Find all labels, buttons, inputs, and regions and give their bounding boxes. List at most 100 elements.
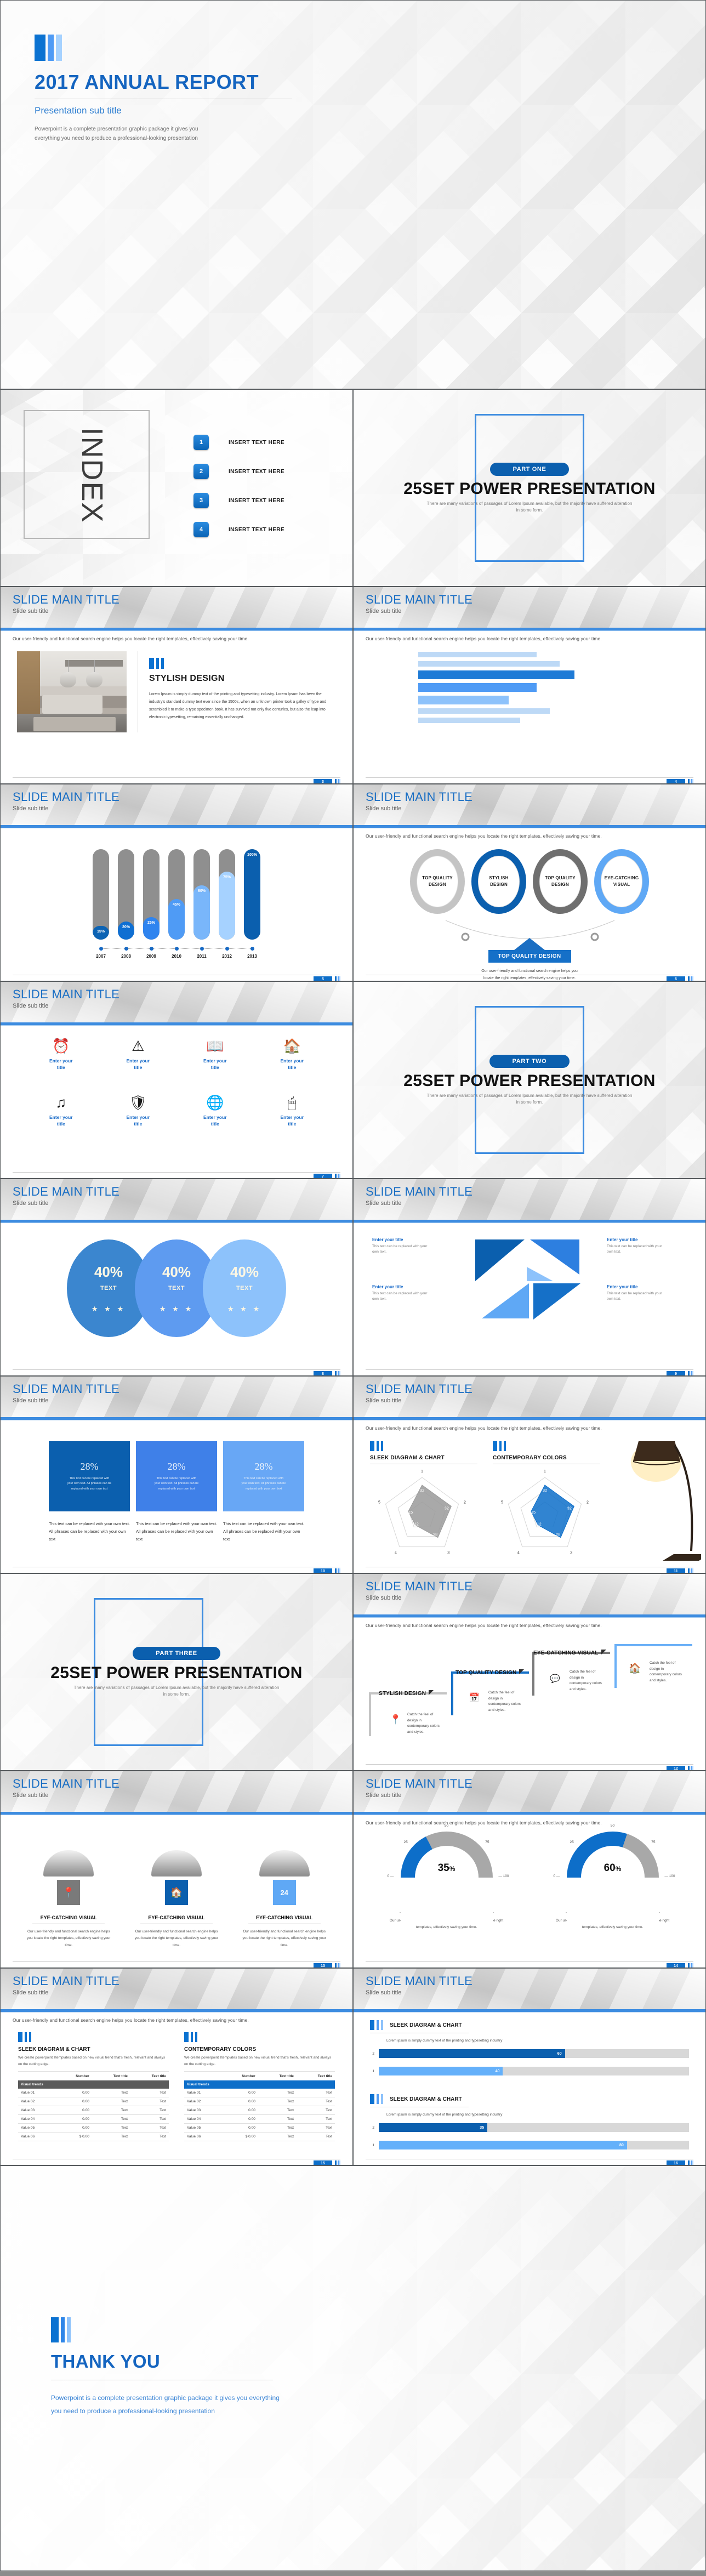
slide-main-title: SLIDE MAIN TITLE [13, 987, 120, 1001]
column-header: Number [242, 2074, 255, 2079]
table-cell: Text [296, 2123, 335, 2133]
lamp-card[interactable]: 🏠 EYE-CATCHING VISUAL Our user-friendly an… [123, 1822, 231, 1949]
note-block: Enter your title This text can be replac… [372, 1237, 432, 1255]
axis-tick-label: 2009 [146, 954, 156, 959]
gauge-card[interactable]: 60%0 —255075— 100CONTEMPORARY COLORSOur … [530, 1824, 696, 1931]
icon-cell[interactable]: ⚠ Enter your title [100, 1039, 177, 1071]
bar-2008: 20% [118, 849, 134, 940]
radar-right-title: CONTEMPORARY COLORS [493, 1455, 567, 1461]
column-header: Text title [317, 2074, 332, 2079]
lamp-card[interactable]: 📍 EYE-CATCHING VISUAL Our user-friendly an… [15, 1822, 123, 1949]
globe-grid-icon: 🌐 [206, 1094, 224, 1111]
chevron-block[interactable]: 28% This text can be replaced with your o… [223, 1441, 304, 1511]
index-word: INDEX [76, 427, 109, 524]
slide-header: SLIDE MAIN TITLE Slide sub title [354, 1179, 705, 1220]
bar-value-label: 100% [247, 853, 257, 857]
icon-cell[interactable]: 📖 Enter your title [176, 1039, 254, 1071]
radar-axis-label: 2 [587, 1501, 589, 1505]
ring-circle[interactable]: TOP QUALITY DESIGN [533, 849, 588, 914]
bar-value-label: 20% [122, 925, 130, 929]
slide-header: SLIDE MAIN TITLE Slide sub title [1, 1771, 352, 1812]
icon-cell[interactable]: 🖱 Enter your title [254, 1095, 331, 1128]
slide-title: 2017 ANNUAL REPORT Presentation sub titl… [0, 0, 706, 389]
map-pin-icon: 📍 [57, 1880, 81, 1905]
page-number: 3 [314, 779, 332, 783]
hbar-axis-label: 1 [372, 2069, 374, 2073]
ring-circle[interactable]: EYE-CATCHING VISUAL [594, 849, 649, 914]
gauge-tick-100: — 100 [664, 1874, 675, 1878]
lamp-card-title: EYE-CATCHING VISUAL [148, 1915, 205, 1920]
stat-label: TEXT [168, 1284, 185, 1292]
ring-circle-row: TOP QUALITY DESIGN STYLISH DESIGN TOP QUALIT… [354, 849, 705, 914]
table-cell: 0.00 [55, 2089, 92, 2098]
ring-circle[interactable]: STYLISH DESIGN [471, 849, 526, 914]
index-number-badge: 2 [193, 464, 209, 479]
radar-value-label: 15 [408, 1510, 413, 1515]
bar-value-label: 60% [197, 889, 206, 893]
radar-value-label: 12 [414, 1521, 418, 1526]
table-cell: 0.00 [55, 2123, 92, 2133]
table-row[interactable]: Value 05 0.00 Text Text [18, 2123, 169, 2133]
table-row[interactable]: Value 04 0.00 Text Text [18, 2114, 169, 2124]
bar-2007: 15% [93, 849, 109, 940]
icon-cell[interactable]: ♫ Enter your title [22, 1095, 100, 1128]
bar-value-label: 25% [147, 921, 155, 925]
list-item[interactable]: 2 INSERT TEXT HERE [193, 464, 284, 479]
step-label-3: EYE-CATCHING VISUAL [533, 1647, 606, 1657]
slide-header: SLIDE MAIN TITLE Slide sub title [1, 1969, 352, 2009]
table-row[interactable]: Value 01 0.00 Text Text [184, 2089, 335, 2098]
table-row[interactable]: Value 03 0.00 Text Text [18, 2106, 169, 2116]
table-row[interactable]: Value 05 0.00 Text Text [184, 2123, 335, 2133]
list-item[interactable]: 4 INSERT TEXT HERE [193, 522, 284, 537]
table-row[interactable]: Value 06 $ 0.00 Text Text [18, 2132, 169, 2142]
calendar-24-icon: 📅 [469, 1693, 480, 1703]
slide-overlap-circles: SLIDE MAIN TITLE Slide sub title 40% TEXT… [0, 1179, 353, 1376]
hbar-value-label: 80 [619, 2143, 624, 2147]
data-table-right: Number Text title Text title Visual trends V… [184, 2072, 335, 2142]
radar-value-label: 15 [531, 1510, 536, 1515]
lamp-card[interactable]: 24 EYE-CATCHING VISUAL Our user-friendly a… [230, 1822, 338, 1949]
table-row[interactable]: Value 01 0.00 Text Text [18, 2089, 169, 2098]
table-row[interactable]: Value 04 0.00 Text Text [184, 2114, 335, 2124]
title-body-line-1: Powerpoint is a complete presentation gr… [35, 126, 198, 132]
chevron-block[interactable]: 28% This text can be replaced with your o… [49, 1441, 130, 1511]
page-number: 6 [667, 976, 685, 981]
step-label-2: TOP QUALITY DESIGN [456, 1667, 525, 1677]
brand-logo-icon [688, 779, 693, 783]
table-row[interactable]: Value 06 $ 0.00 Text Text [184, 2132, 335, 2142]
axis-tick: 2007 [93, 947, 109, 959]
list-item[interactable]: 1 INSERT TEXT HERE [193, 435, 284, 450]
table-row[interactable]: Value 02 0.00 Text Text [18, 2097, 169, 2107]
horizontal-bar-charts: SLEEK DIAGRAM & CHART Lorem ipsum is simp… [370, 2020, 689, 2165]
map-pin-icon: 📍 [390, 1714, 402, 1725]
table-cell: Value 03 [184, 2106, 222, 2116]
table-cell: 0.00 [221, 2097, 258, 2107]
table-cell: Text [92, 2097, 130, 2107]
slide-sub-title: Slide sub title [366, 1792, 402, 1799]
slide-main-title: SLIDE MAIN TITLE [13, 1382, 120, 1396]
table-row[interactable]: Value 02 0.00 Text Text [184, 2097, 335, 2107]
cta-body-line-1: Our user-friendly and functional search … [481, 969, 578, 973]
ring-circle[interactable]: TOP QUALITY DESIGN [410, 849, 465, 914]
brand-logo-icon [688, 1766, 693, 1770]
chevron-block[interactable]: 28% This text can be replaced with your o… [136, 1441, 217, 1511]
thank-you-heading: THANK YOU [51, 2351, 161, 2372]
icon-cell[interactable]: ⏰ Enter your title [22, 1039, 100, 1071]
gauge-tick-0: 0 — [387, 1874, 394, 1878]
radar-chart-gray: 1 32 2 32 3 28 4 12 5 15 [378, 1470, 466, 1555]
brand-logo-icon [335, 1568, 340, 1573]
header-accent-rule-thin [354, 1222, 705, 1223]
icon-cell[interactable]: 🌐 Enter your title [176, 1095, 254, 1128]
table-row[interactable]: Value 03 0.00 Text Text [184, 2106, 335, 2116]
page-number: 4 [667, 779, 685, 783]
radar-axis-label: 3 [570, 1551, 572, 1555]
stat-circle[interactable]: 40% TEXT ★ ★ ★ [203, 1239, 286, 1337]
slide-horizontal-bars: SLIDE MAIN TITLE Slide sub title SLEEK D… [353, 1968, 706, 2165]
gauge-card[interactable]: 35%0 —255075— 100TOP QUALITY DESIGNOur u… [363, 1824, 530, 1931]
slide-header: SLIDE MAIN TITLE Slide sub title [354, 1574, 705, 1614]
icon-cell[interactable]: 🛡 Enter your title [100, 1095, 177, 1128]
hbar-track: 40 [379, 2067, 689, 2075]
icon-cell[interactable]: 🏠 Enter your title [254, 1039, 331, 1071]
ring-label: TOP QUALITY DESIGN [417, 856, 458, 907]
list-item[interactable]: 3 INSERT TEXT HERE [193, 493, 284, 508]
